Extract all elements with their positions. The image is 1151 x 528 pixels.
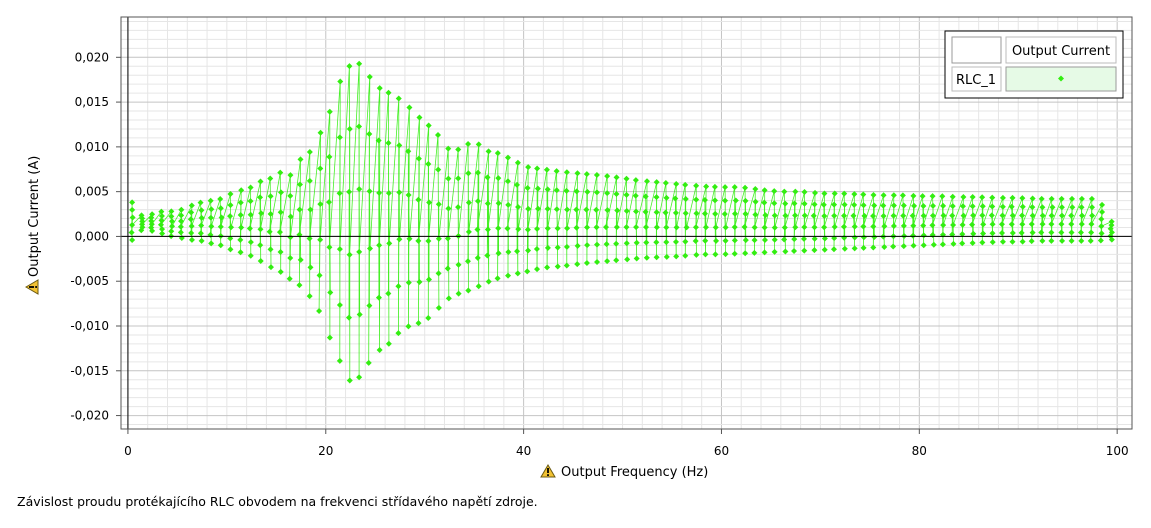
- legend-corner-cell: [951, 36, 1002, 64]
- chart: -0,020 -0,015 -0,010 -0,005 0,000 0,005 0,010 0…: [17, 16, 1133, 509]
- y-tick-label: -0,020: [70, 409, 109, 423]
- chart-caption: Závislost proudu protékajícího RLC obvod…: [17, 494, 538, 509]
- x-tick-label: 100: [1106, 444, 1129, 458]
- y-tick-label: -0,015: [70, 364, 109, 378]
- x-tick-label: 40: [516, 444, 531, 458]
- x-tick-label: 0: [124, 444, 132, 458]
- warning-icon: [25, 279, 39, 295]
- legend-series-label: RLC_1: [956, 73, 996, 88]
- y-tick-label: 0,005: [75, 185, 109, 199]
- y-axis-title-group: Output Current (A): [25, 156, 42, 295]
- y-tick-label: -0,010: [70, 319, 109, 333]
- y-tick-label: 0,010: [75, 140, 109, 154]
- legend-header-label: Output Current: [1012, 44, 1110, 59]
- x-tick-label: 80: [912, 444, 927, 458]
- x-tick-label: 60: [714, 444, 729, 458]
- y-axis: -0,020 -0,015 -0,010 -0,005 0,000 0,005 0,010 0…: [70, 50, 121, 423]
- y-tick-label: 0,020: [75, 50, 109, 64]
- x-axis-title: Output Frequency (Hz): [561, 465, 708, 480]
- x-axis-title-group: Output Frequency (Hz): [540, 464, 708, 480]
- y-tick-label: 0,015: [75, 95, 109, 109]
- legend: Output Current RLC_1: [944, 30, 1124, 99]
- y-tick-label: -0,005: [70, 274, 109, 288]
- warning-icon: [540, 464, 556, 478]
- y-axis-title: Output Current (A): [27, 156, 42, 277]
- x-tick-label: 20: [318, 444, 333, 458]
- x-axis: 0 20 40 60 80 100: [124, 429, 1129, 458]
- y-tick-label: 0,000: [75, 229, 109, 243]
